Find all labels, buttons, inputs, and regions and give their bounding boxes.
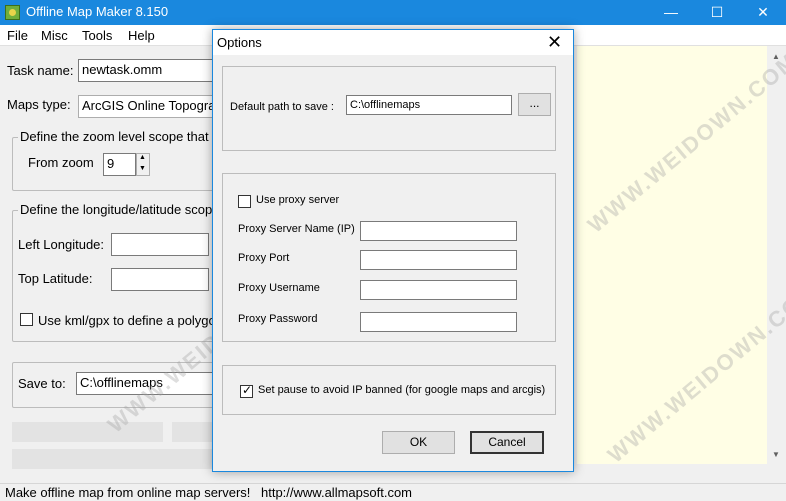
progress-bar-total — [12, 449, 217, 469]
default-path-label: Default path to save : — [230, 101, 334, 113]
proxy-password-input[interactable] — [360, 312, 517, 332]
minimize-button[interactable]: — — [648, 0, 694, 25]
menu-file[interactable]: File — [7, 28, 28, 43]
stepper-down-icon[interactable]: ▼ — [139, 165, 146, 172]
proxy-username-input[interactable] — [360, 280, 517, 300]
menu-help[interactable]: Help — [128, 28, 155, 43]
left-longitude-label: Left Longitude: — [18, 237, 105, 252]
proxy-server-label: Proxy Server Name (IP) — [238, 223, 355, 235]
use-proxy-checkbox[interactable] — [238, 195, 251, 208]
proxy-password-label: Proxy Password — [238, 313, 318, 325]
set-pause-label: Set pause to avoid IP banned (for google… — [258, 384, 546, 396]
menu-tools[interactable]: Tools — [82, 28, 112, 43]
kml-checkbox-label: Use kml/gpx to define a polygo — [38, 313, 216, 328]
set-pause-checkbox[interactable] — [240, 383, 253, 398]
dialog-title: Options — [217, 35, 262, 50]
maps-type-label: Maps type: — [7, 97, 71, 112]
close-button[interactable]: ✕ — [740, 0, 786, 25]
left-longitude-input[interactable] — [111, 233, 209, 256]
kml-checkbox[interactable] — [20, 313, 33, 326]
app-icon — [5, 5, 20, 20]
window-title: Offline Map Maker 8.150 — [26, 4, 169, 19]
dialog-close-icon[interactable]: ✕ — [547, 32, 562, 53]
menu-misc[interactable]: Misc — [41, 28, 68, 43]
from-zoom-label: From zoom — [28, 155, 94, 170]
scroll-down-icon[interactable]: ▼ — [772, 450, 780, 459]
title-bar: Offline Map Maker 8.150 — ☐ ✕ — [0, 0, 786, 25]
dialog-title-bar: Options ✕ — [213, 30, 573, 55]
lonlat-scope-title: Define the longitude/latitude scope — [18, 202, 222, 217]
from-zoom-input[interactable]: 9 — [103, 153, 136, 176]
task-name-input[interactable]: newtask.omm — [78, 59, 218, 82]
proxy-port-input[interactable] — [360, 250, 517, 270]
progress-bar — [12, 422, 163, 442]
save-to-label: Save to: — [18, 376, 66, 391]
ok-button[interactable]: OK — [382, 431, 455, 454]
top-latitude-label: Top Latitude: — [18, 271, 93, 286]
status-url[interactable]: http://www.allmapsoft.com — [261, 485, 412, 500]
stepper-up-icon[interactable]: ▲ — [139, 154, 146, 161]
status-message: Make offline map from online map servers… — [5, 485, 251, 500]
proxy-port-label: Proxy Port — [238, 252, 290, 264]
top-latitude-input[interactable] — [111, 268, 209, 291]
progress-bar-secondary — [172, 422, 217, 442]
proxy-username-label: Proxy Username — [238, 282, 320, 294]
default-path-input[interactable]: C:\offlinemaps — [346, 95, 512, 115]
use-proxy-label: Use proxy server — [256, 194, 340, 206]
maps-type-select[interactable]: ArcGIS Online Topogra — [78, 95, 218, 118]
status-bar: Make offline map from online map servers… — [0, 483, 786, 501]
maximize-button[interactable]: ☐ — [694, 0, 740, 25]
zoom-scope-title: Define the zoom level scope that y — [18, 129, 221, 144]
proxy-server-input[interactable] — [360, 221, 517, 241]
task-name-label: Task name: — [7, 63, 74, 78]
vertical-scrollbar[interactable]: ▲ ▼ — [767, 46, 786, 464]
options-dialog: Options ✕ Default path to save : C:\offl… — [212, 29, 574, 472]
from-zoom-stepper[interactable]: ▲ ▼ — [136, 153, 150, 176]
cancel-button[interactable]: Cancel — [470, 431, 544, 454]
browse-button[interactable]: ... — [518, 93, 551, 116]
